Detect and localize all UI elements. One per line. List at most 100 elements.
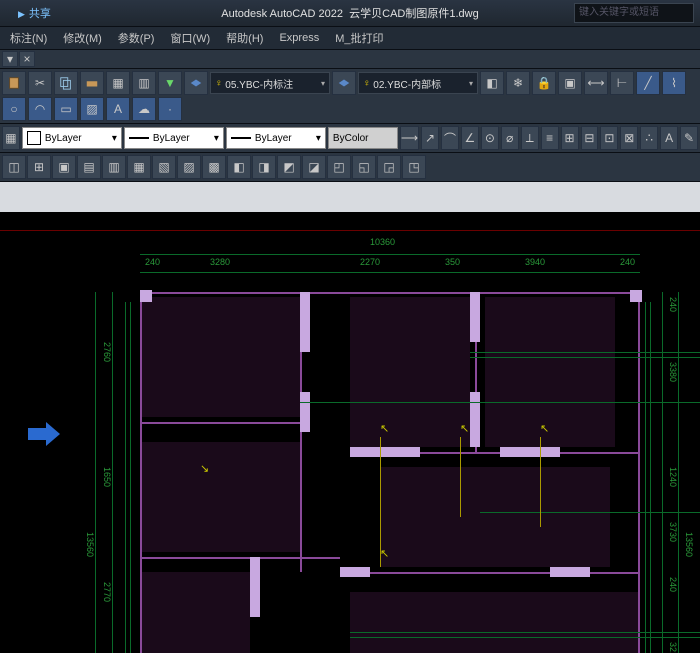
wall-thick [350,447,420,457]
layer-tool-icon[interactable] [184,71,208,95]
t10-icon[interactable]: ◧ [227,155,251,179]
dim-n-icon[interactable]: A [660,126,678,150]
menu-annotate[interactable]: 标注(N) [2,30,55,46]
wall-thick [300,292,310,352]
menu-batchprint[interactable]: M_批打印 [327,30,391,46]
dim-d-icon[interactable]: ∠ [461,126,479,150]
dim-e-icon[interactable]: ⊙ [481,126,499,150]
block-icon[interactable]: ▣ [558,71,582,95]
menu-express[interactable]: Express [271,32,327,44]
cloud-icon[interactable]: ☁ [132,97,156,121]
wall-thick [300,392,310,432]
dim-value: 2770 [102,582,112,602]
wall-thick [630,290,642,302]
text-icon[interactable]: A [106,97,130,121]
tool-b-icon[interactable]: ▥ [132,71,156,95]
dim-value: 3730 [668,522,678,542]
layer-combo-2[interactable]: ♀ 02.YBC-内部标▾ [358,72,478,94]
t16-icon[interactable]: ◲ [377,155,401,179]
t1-icon[interactable]: ◫ [2,155,26,179]
plotstyle-combo[interactable]: ByColor [328,127,398,149]
paste-icon[interactable] [2,71,26,95]
wall-thick [550,567,590,577]
dim-value: 3210 [668,642,678,653]
menubar: 标注(N) 修改(M) 参数(P) 窗口(W) 帮助(H) Express M_… [0,27,700,50]
arrow-icon: ↘ [200,462,209,475]
layer-state-icon[interactable]: ▼ [158,71,182,95]
t9-icon[interactable]: ▩ [202,155,226,179]
dim-f-icon[interactable]: ⌀ [501,126,519,150]
dim-cont-icon[interactable]: ⊢ [610,71,634,95]
point-icon[interactable]: · [158,97,182,121]
menu-window[interactable]: 窗口(W) [162,30,218,46]
leader [460,437,461,517]
t5-icon[interactable]: ▥ [102,155,126,179]
line-icon[interactable]: ╱ [636,71,660,95]
drawing-canvas[interactable]: ↖ ↖ ↖ ↖ ↘ 10360 240 3280 2270 350 3940 2… [0,212,700,653]
t2-icon[interactable]: ⊞ [27,155,51,179]
t12-icon[interactable]: ◩ [277,155,301,179]
dim-c-icon[interactable]: ⌒ [441,126,459,150]
dim-linear-icon[interactable]: ⟷ [584,71,608,95]
dim-i-icon[interactable]: ⊞ [561,126,579,150]
cut-icon[interactable]: ✂ [28,71,52,95]
t4-icon[interactable]: ▤ [77,155,101,179]
search-input[interactable]: 键入关键字或短语 [574,3,694,23]
iso-icon[interactable]: ◧ [480,71,504,95]
hatch-icon[interactable]: ▨ [80,97,104,121]
wall-thick [470,392,480,447]
arc-icon[interactable]: ◠ [28,97,52,121]
dim-g-icon[interactable]: ⟂ [521,126,539,150]
dim-o-icon[interactable]: ✎ [680,126,698,150]
window-title: Autodesk AutoCAD 2022 云学贝CAD制图原件1.dwg [221,5,478,21]
ribbon-blank [0,182,700,212]
color-combo[interactable]: ByLayer▾ [22,127,122,149]
menu-modify[interactable]: 修改(M) [55,30,110,46]
rect-icon[interactable]: ▭ [54,97,78,121]
t14-icon[interactable]: ◰ [327,155,351,179]
wall [340,572,640,574]
share-button[interactable]: 共享 [18,5,51,21]
t3-icon[interactable]: ▣ [52,155,76,179]
close-icon[interactable]: × [19,51,35,67]
t13-icon[interactable]: ◪ [302,155,326,179]
dim-value: 3940 [525,257,545,267]
copy-icon[interactable] [54,71,78,95]
circle-icon[interactable]: ○ [2,97,26,121]
wall-thick [500,447,560,457]
wire [470,352,700,353]
dim-l-icon[interactable]: ⊠ [620,126,638,150]
freeze-icon[interactable]: ❄ [506,71,530,95]
dim-value: 1650 [102,467,112,487]
dim-m-icon[interactable]: ∴ [640,126,658,150]
dim-k-icon[interactable]: ⊡ [600,126,618,150]
menu-param[interactable]: 参数(P) [110,30,163,46]
prop-tool-icon[interactable]: ▦ [2,126,20,150]
layer-combo-1[interactable]: ♀ 05.YBC-内标注▾ [210,72,330,94]
tool-a-icon[interactable]: ▦ [106,71,130,95]
dim-h-icon[interactable]: ≡ [541,126,559,150]
menu-help[interactable]: 帮助(H) [218,30,271,46]
t17-icon[interactable]: ◳ [402,155,426,179]
dropdown-icon[interactable]: ▾ [2,51,18,67]
lineweight-combo[interactable]: ByLayer▾ [226,127,326,149]
t8-icon[interactable]: ▨ [177,155,201,179]
dim-b-icon[interactable]: ↗ [421,126,439,150]
lock-icon[interactable]: 🔒 [532,71,556,95]
t6-icon[interactable]: ▦ [127,155,151,179]
dimline [140,272,640,273]
linetype-combo[interactable]: ByLayer▾ [124,127,224,149]
layer-tool2-icon[interactable] [332,71,356,95]
wire [470,357,700,358]
arrow-icon: ↖ [380,422,389,435]
room-fill [380,467,610,567]
wall-thick [340,567,370,577]
dim-a-icon[interactable]: ⟶ [400,126,419,150]
t15-icon[interactable]: ◱ [352,155,376,179]
pline-icon[interactable]: ⌇ [662,71,686,95]
leader [540,437,541,527]
dim-j-icon[interactable]: ⊟ [581,126,599,150]
match-icon[interactable] [80,71,104,95]
t11-icon[interactable]: ◨ [252,155,276,179]
t7-icon[interactable]: ▧ [152,155,176,179]
